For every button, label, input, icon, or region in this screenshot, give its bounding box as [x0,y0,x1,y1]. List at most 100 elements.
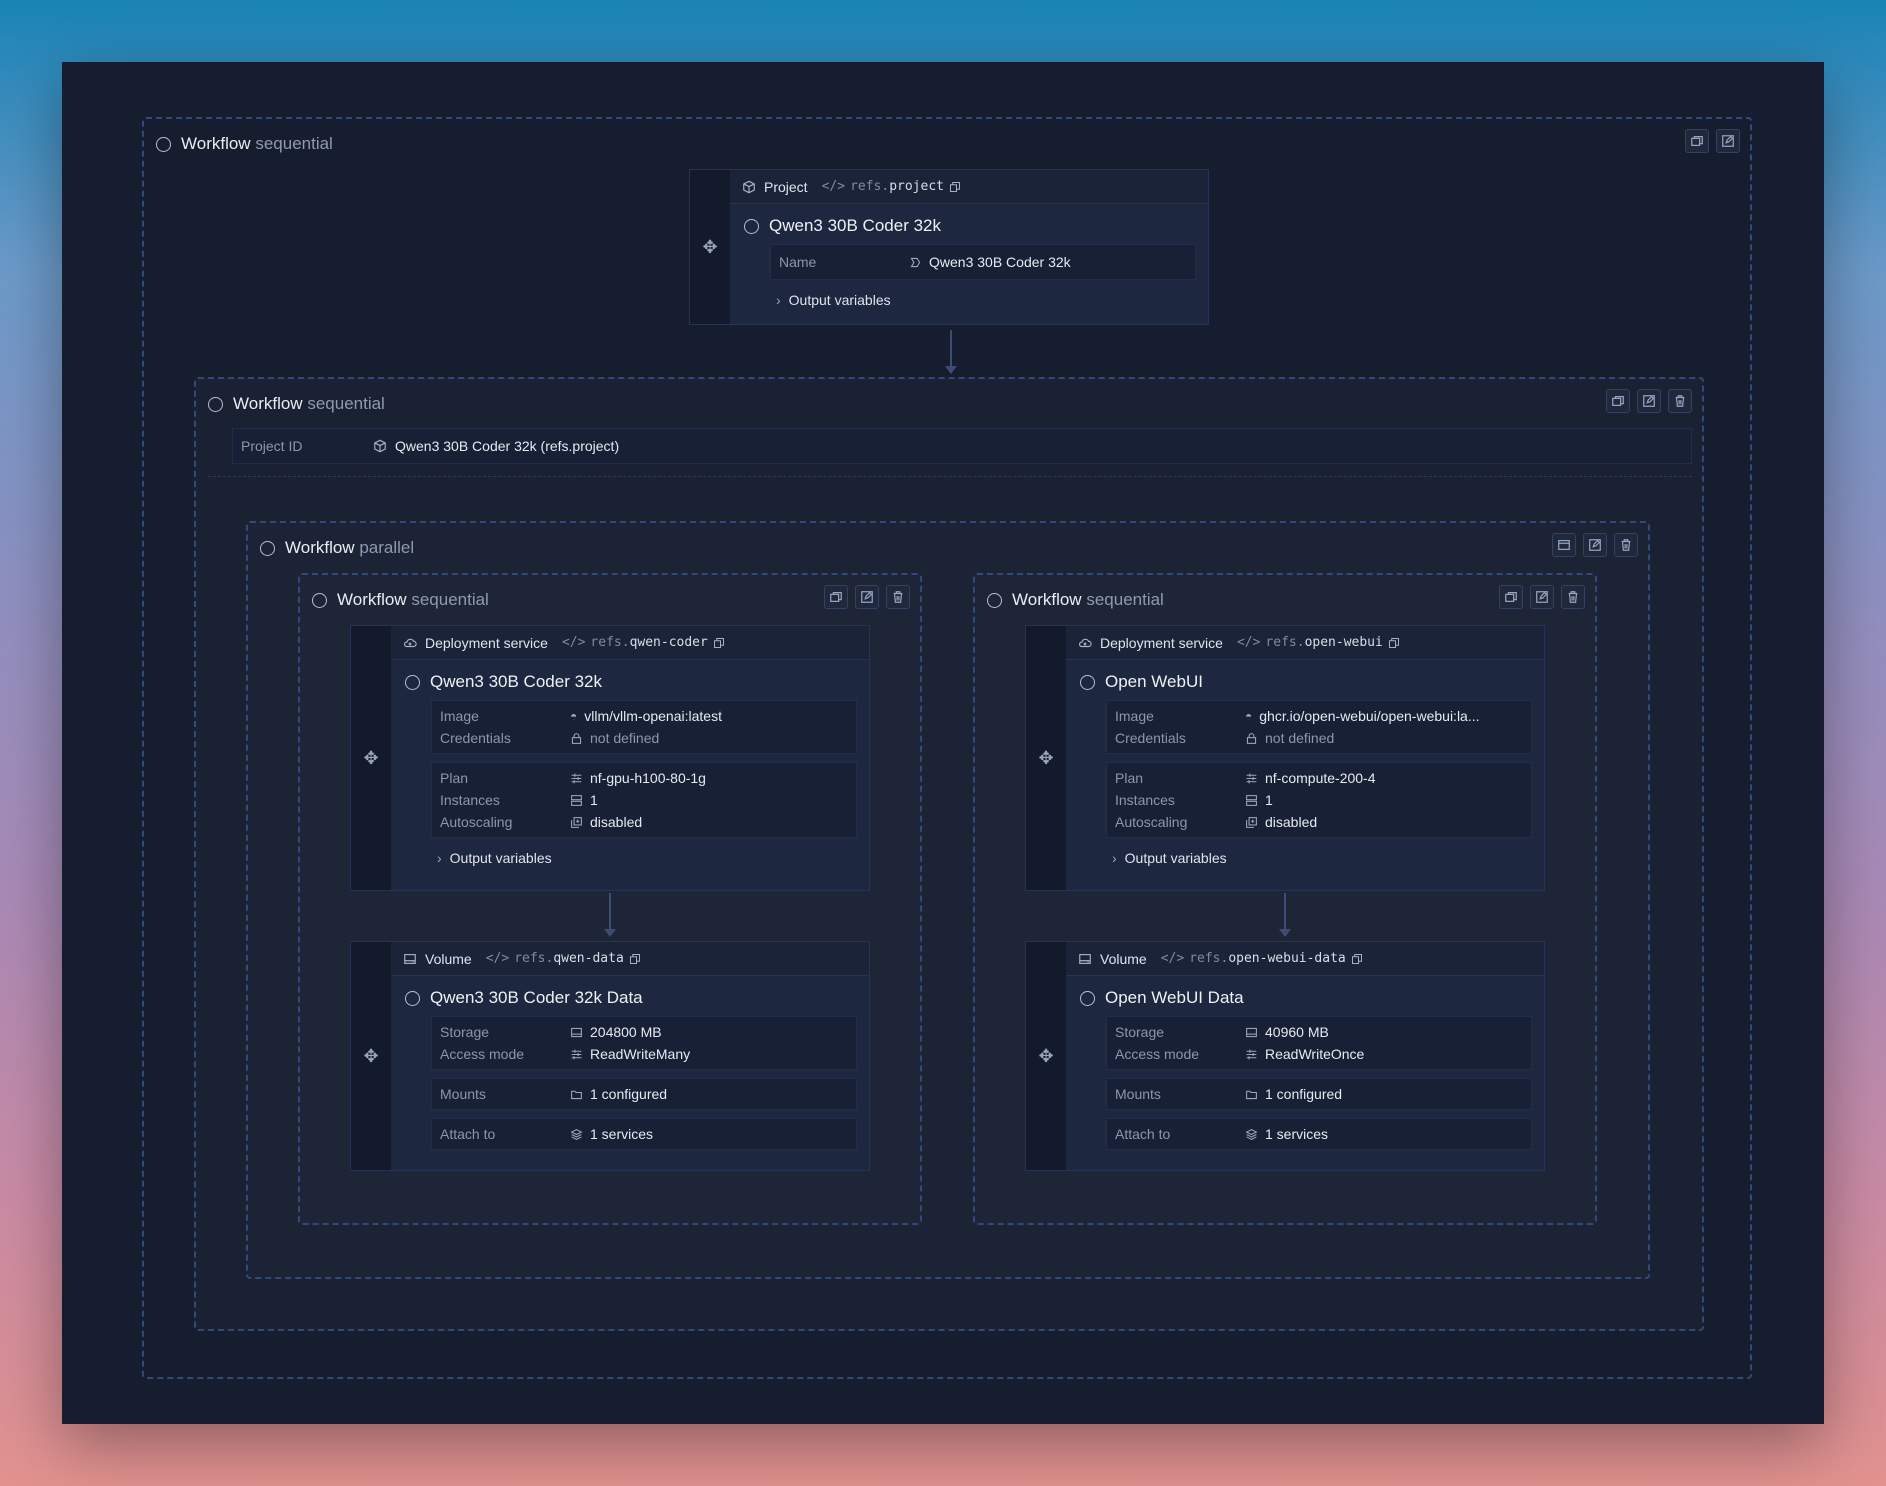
expand-button[interactable] [1552,533,1576,557]
status-circle-icon[interactable] [744,218,759,234]
project-card[interactable]: ✥ Project </> refs. project Qwen3 30B Cod… [689,169,1209,325]
access-mode-label: Access mode [1115,1046,1200,1062]
ref-prefix: refs. [514,951,554,966]
plan-group: Plan nf-compute-200-4 Instances 1 Autoscal… [1106,762,1532,838]
service-card-qwen-coder[interactable]: ✥ Deployment service </> refs. qwen-coder [350,625,870,891]
project-name-field: Name Qwen3 30B Coder 32k [770,244,1196,280]
ref-label[interactable]: </> refs. qwen-coder [562,635,725,650]
card-title-text: Qwen3 30B Coder 32k Data [430,988,643,1007]
output-variables-toggle[interactable]: › Output variables [776,292,1208,308]
cloud-icon [403,638,417,647]
status-circle-icon[interactable] [1080,990,1095,1006]
layers-icon [1245,1128,1258,1140]
access-mode-value: ReadWriteOnce [1245,1046,1364,1062]
status-circle-icon[interactable] [312,592,327,608]
service-card-open-webui[interactable]: ✥ Deployment service </> refs. open-webui [1025,625,1545,891]
status-circle-icon[interactable] [1080,674,1095,690]
volume-card-open-webui-data[interactable]: ✥ Volume </> refs. open-webui-data Open … [1025,941,1545,1171]
credentials-label: Credentials [1115,730,1186,746]
collapse-button[interactable] [1606,389,1630,413]
ref-label[interactable]: </> refs. qwen-data [486,951,641,966]
collapse-button[interactable] [824,585,848,609]
copy-icon[interactable] [629,953,641,965]
status-circle-icon[interactable] [260,540,275,556]
delete-button[interactable] [1614,533,1638,557]
edit-button[interactable] [855,585,879,609]
server-icon [571,794,582,806]
credentials-label: Credentials [440,730,511,746]
delete-button[interactable] [1668,389,1692,413]
folder-icon [571,1090,582,1099]
output-variables-toggle[interactable]: › Output variables [1112,850,1544,866]
status-circle-icon[interactable] [405,990,420,1006]
project-id-value: Qwen3 30B Coder 32k (refs.project) [373,438,619,454]
ref-name: qwen-data [553,951,624,966]
card-header: Project </> refs. project [730,170,1208,204]
card-title: Qwen3 30B Coder 32k [391,660,869,692]
workflow-actions [1552,533,1638,557]
window-icon [1505,592,1517,602]
status-circle-icon[interactable] [208,396,223,412]
ref-label[interactable]: </> refs. open-webui-data [1161,951,1363,966]
edit-button[interactable] [1530,585,1554,609]
copy-icon[interactable] [949,181,961,193]
ref-label[interactable]: </> refs. project [822,179,961,194]
collapse-button[interactable] [1499,585,1523,609]
status-circle-icon[interactable] [405,674,420,690]
workflow-outer-header: Workflow sequential [156,131,333,157]
edit-button[interactable] [1583,533,1607,557]
image-credentials-group: Image ◓ vllm/vllm-openai:latest Credential… [431,700,857,754]
drag-handle[interactable]: ✥ [351,942,391,1170]
ref-prefix: refs. [1265,635,1305,650]
delete-button[interactable] [886,585,910,609]
volume-card-qwen-data[interactable]: ✥ Volume </> refs. qwen-data Qwen3 30B C… [350,941,870,1171]
attach-group: Attach to 1 services [1106,1118,1532,1150]
delete-button[interactable] [1561,585,1585,609]
name-value: Qwen3 30B Coder 32k [909,254,1071,270]
move-icon: ✥ [1038,1045,1054,1066]
sliders-icon [571,773,582,783]
status-circle-icon[interactable] [987,592,1002,608]
ref-label[interactable]: </> refs. open-webui [1237,635,1400,650]
code-icon: </> [1160,951,1185,966]
collapse-button[interactable] [1685,129,1709,153]
card-type: Project [764,178,808,195]
edit-button[interactable] [1637,389,1661,413]
server-icon [1246,794,1257,806]
workflow-second: Workflow sequential Project ID Qwen3 30B… [194,377,1704,1331]
edit-icon [1589,539,1601,551]
move-icon: ✥ [363,747,379,768]
mounts-value: 1 configured [1245,1086,1342,1102]
copy-plus-icon [1246,816,1257,828]
output-variables-toggle[interactable]: › Output variables [437,850,869,866]
drag-handle[interactable]: ✥ [351,626,391,890]
workflow-left: Workflow sequential ✥ Deployment service… [298,573,922,1225]
drag-handle[interactable]: ✥ [1026,626,1066,890]
move-icon: ✥ [1038,747,1054,768]
cube-icon [743,180,755,193]
ref-name: project [889,179,944,194]
storage-value: 204800 MB [570,1024,662,1040]
card-header: Deployment service </> refs. open-webui [1066,626,1544,660]
sliders-icon [571,1049,582,1059]
copy-icon[interactable] [713,637,725,649]
disk-icon [404,953,416,964]
drag-handle[interactable]: ✥ [690,170,730,324]
status-circle-icon[interactable] [156,136,171,152]
workflow-title: Workflow sequential [233,394,385,413]
edit-button[interactable] [1716,129,1740,153]
sliders-icon [1246,773,1257,783]
copy-icon[interactable] [1351,953,1363,965]
credentials-value: not defined [570,730,659,746]
trash-icon [1568,591,1578,603]
docker-icon: ◓ [570,709,578,723]
instances-value: 1 [1245,792,1273,808]
chevron-right-icon: › [437,850,442,866]
copy-icon[interactable] [1388,637,1400,649]
project-id-field[interactable]: Project ID Qwen3 30B Coder 32k (refs.pro… [232,428,1692,464]
storage-value: 40960 MB [1245,1024,1329,1040]
attach-to-value: 1 services [1245,1126,1328,1142]
autoscaling-label: Autoscaling [1115,814,1188,830]
image-value: ◓ vllm/vllm-openai:latest [570,708,722,724]
drag-handle[interactable]: ✥ [1026,942,1066,1170]
